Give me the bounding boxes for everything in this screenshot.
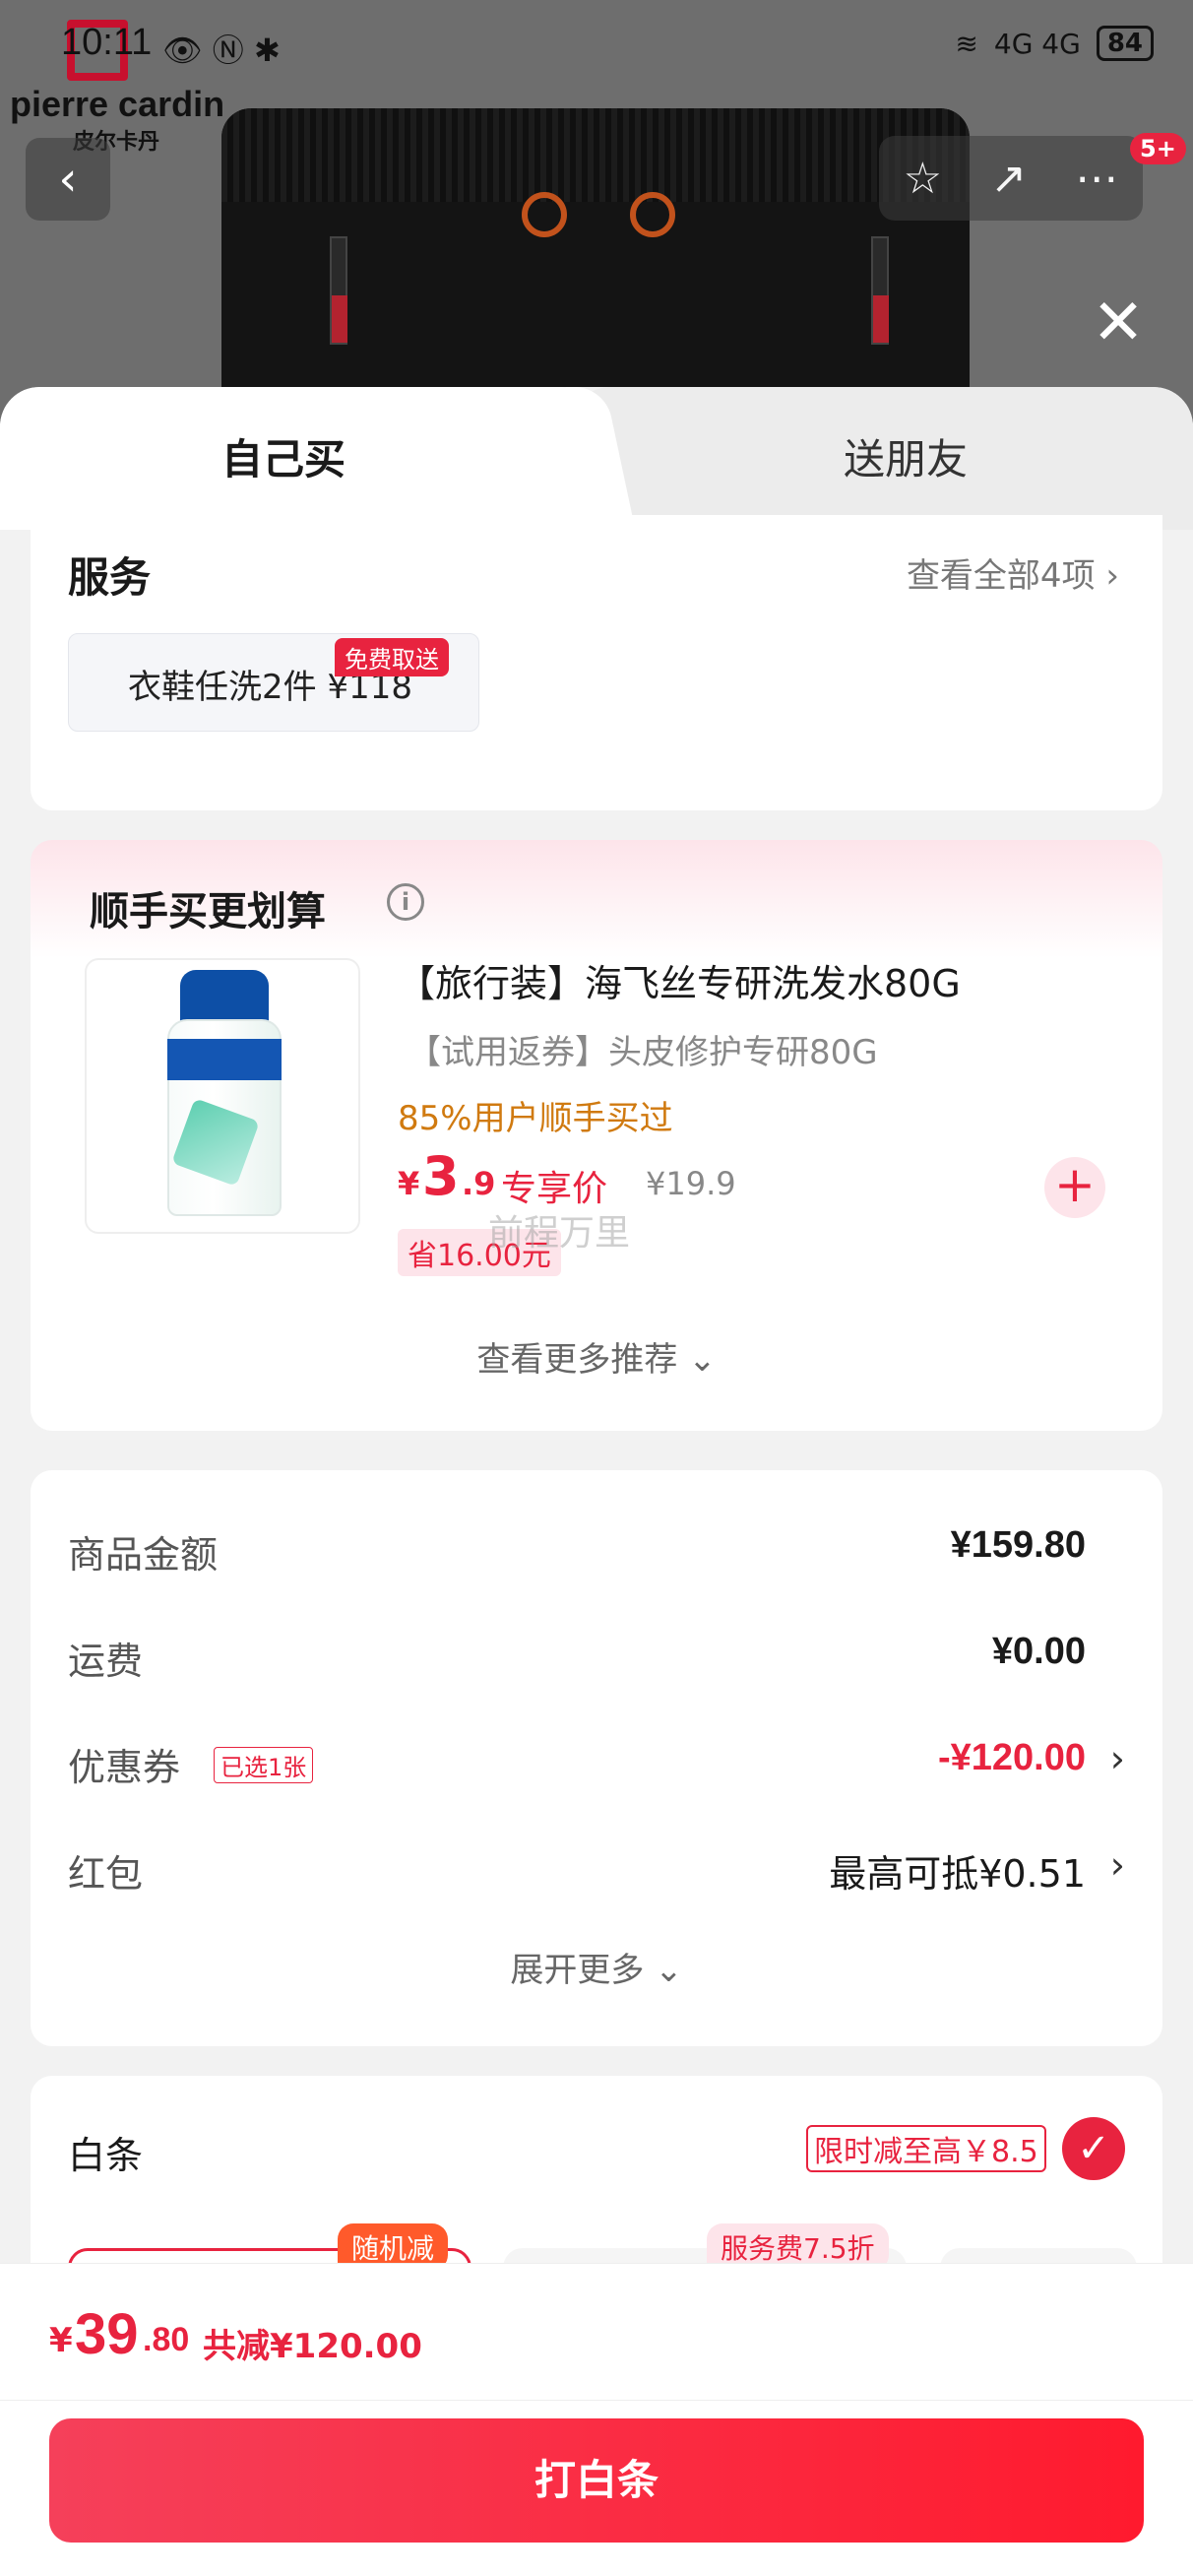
header-actions: ☆ ↗ ⋯ bbox=[879, 136, 1143, 221]
check-icon[interactable]: ✓ bbox=[1062, 2117, 1125, 2180]
free-pickup-badge: 免费取送 bbox=[335, 638, 449, 676]
wifi-icon: ≋ bbox=[955, 27, 978, 60]
share-icon[interactable]: ↗ bbox=[990, 154, 1027, 204]
summary-row-coupon[interactable]: 优惠券 已选1张 -¥120.00 › bbox=[68, 1737, 1125, 1796]
row-label: 商品金额 bbox=[68, 1533, 219, 1577]
status-right: ≋ 4G 4G 84 bbox=[955, 26, 1154, 61]
row-label: 优惠券 bbox=[68, 1746, 181, 1789]
favorite-icon[interactable]: ☆ bbox=[904, 154, 942, 204]
baitiao-title: 白条 bbox=[68, 2134, 144, 2177]
chevron-right-icon: › bbox=[1109, 1737, 1125, 1780]
status-time: 10:11 bbox=[61, 22, 153, 63]
message-badge: 5+ bbox=[1130, 133, 1186, 164]
expand-more[interactable]: 展开更多 ⌄ bbox=[31, 1943, 1162, 1991]
total-savings: 共减¥120.00 bbox=[203, 2327, 422, 2366]
chevron-right-icon: › bbox=[1109, 1843, 1125, 1887]
tab-buy-self[interactable]: 自己买 bbox=[221, 426, 345, 486]
summary-row-shipping: 运费 ¥0.00 bbox=[68, 1631, 1125, 1690]
original-price: ¥19.9 bbox=[646, 1165, 736, 1202]
service-view-all-label: 查看全部4项 bbox=[906, 556, 1096, 596]
total-integer: 39 bbox=[75, 2302, 139, 2366]
status-bar: 10:11 👁 Ⓝ ✱ ≋ 4G 4G 84 bbox=[0, 0, 1193, 89]
checkout-sheet: 自己买 送朋友 服务 查看全部4项 › 衣鞋任洗2件 ¥118 免费取送 顺手买… bbox=[0, 387, 1193, 2576]
close-icon[interactable]: ✕ bbox=[1091, 291, 1146, 354]
watermark: 前程万里 bbox=[488, 1213, 631, 1254]
add-to-order-button[interactable]: + bbox=[1044, 1157, 1105, 1218]
total-currency: ¥ bbox=[49, 2321, 73, 2360]
price-summary-card: 商品金额 ¥159.80 运费 ¥0.00 优惠券 已选1张 -¥120.00 … bbox=[31, 1470, 1162, 2046]
back-button[interactable]: ‹ bbox=[26, 138, 110, 221]
service-card: 服务 查看全部4项 › 衣鞋任洗2件 ¥118 bbox=[31, 515, 1162, 810]
row-value: ¥0.00 bbox=[991, 1631, 1086, 1672]
tab-send-friend[interactable]: 送朋友 bbox=[844, 426, 968, 486]
row-label: 红包 bbox=[68, 1852, 144, 1896]
price-decimal: .9 bbox=[462, 1165, 496, 1202]
row-value: ¥159.80 bbox=[950, 1524, 1086, 1566]
product-image-backdrop: pierre cardin 皮尔卡丹 10:11 👁 Ⓝ ✱ ≋ 4G 4G 8… bbox=[0, 0, 1193, 423]
price-currency: ¥ bbox=[398, 1165, 420, 1202]
upsell-product-name[interactable]: 【旅行装】海飞丝专研洗发水80G bbox=[398, 953, 961, 1007]
see-more-recommendations[interactable]: 查看更多推荐 ⌄ bbox=[31, 1332, 1162, 1381]
price-integer: 3 bbox=[422, 1145, 460, 1207]
info-icon[interactable]: i bbox=[387, 883, 424, 921]
baitiao-promo: 限时减至高￥8.5 bbox=[806, 2125, 1046, 2172]
more-icon[interactable]: ⋯ bbox=[1075, 154, 1118, 204]
pay-with-baitiao-button[interactable]: 打白条 bbox=[49, 2418, 1144, 2543]
zip-tag-left bbox=[332, 295, 347, 343]
row-label: 运费 bbox=[68, 1640, 144, 1683]
network-indicator: 4G 4G bbox=[993, 27, 1081, 60]
divider bbox=[0, 2400, 1193, 2401]
drawcord-right bbox=[630, 192, 675, 237]
service-view-all[interactable]: 查看全部4项 › bbox=[907, 548, 1119, 597]
battery-icon: 84 bbox=[1096, 26, 1154, 61]
status-left-icons: 👁 Ⓝ ✱ bbox=[162, 32, 281, 69]
service-title: 服务 bbox=[68, 553, 152, 602]
bottle-label bbox=[167, 1039, 282, 1080]
drawcord-left bbox=[522, 192, 567, 237]
checkout-footer: ¥ 39 .80 共减¥120.00 打白条 bbox=[0, 2263, 1193, 2576]
summary-row-subtotal: 商品金额 ¥159.80 bbox=[68, 1524, 1125, 1583]
summary-row-red-packet[interactable]: 红包 最高可抵¥0.51 › bbox=[68, 1843, 1125, 1902]
chevron-right-icon: › bbox=[1105, 556, 1119, 596]
upsell-title: 顺手买更划算 bbox=[90, 889, 326, 934]
shampoo-image[interactable] bbox=[85, 958, 360, 1234]
upsell-card: 顺手买更划算 i 【旅行装】海飞丝专研洗发水80G 【试用返券】头皮修护专研80… bbox=[31, 840, 1162, 1431]
total-decimal: .80 bbox=[143, 2321, 190, 2358]
waistband bbox=[221, 108, 970, 202]
product-image bbox=[221, 108, 970, 423]
upsell-product-stat: 85%用户顺手买过 bbox=[398, 1099, 673, 1138]
brand-name: pierre cardin bbox=[10, 84, 225, 124]
row-value: 最高可抵¥0.51 bbox=[829, 1852, 1086, 1896]
upsell-product-subtitle: 【试用返券】头皮修护专研80G bbox=[408, 1033, 878, 1072]
zip-tag-right bbox=[873, 295, 889, 343]
coupon-selected-tag: 已选1张 bbox=[214, 1747, 314, 1783]
row-value: -¥120.00 bbox=[937, 1737, 1086, 1778]
purchase-tabs: 自己买 送朋友 bbox=[0, 387, 1193, 530]
